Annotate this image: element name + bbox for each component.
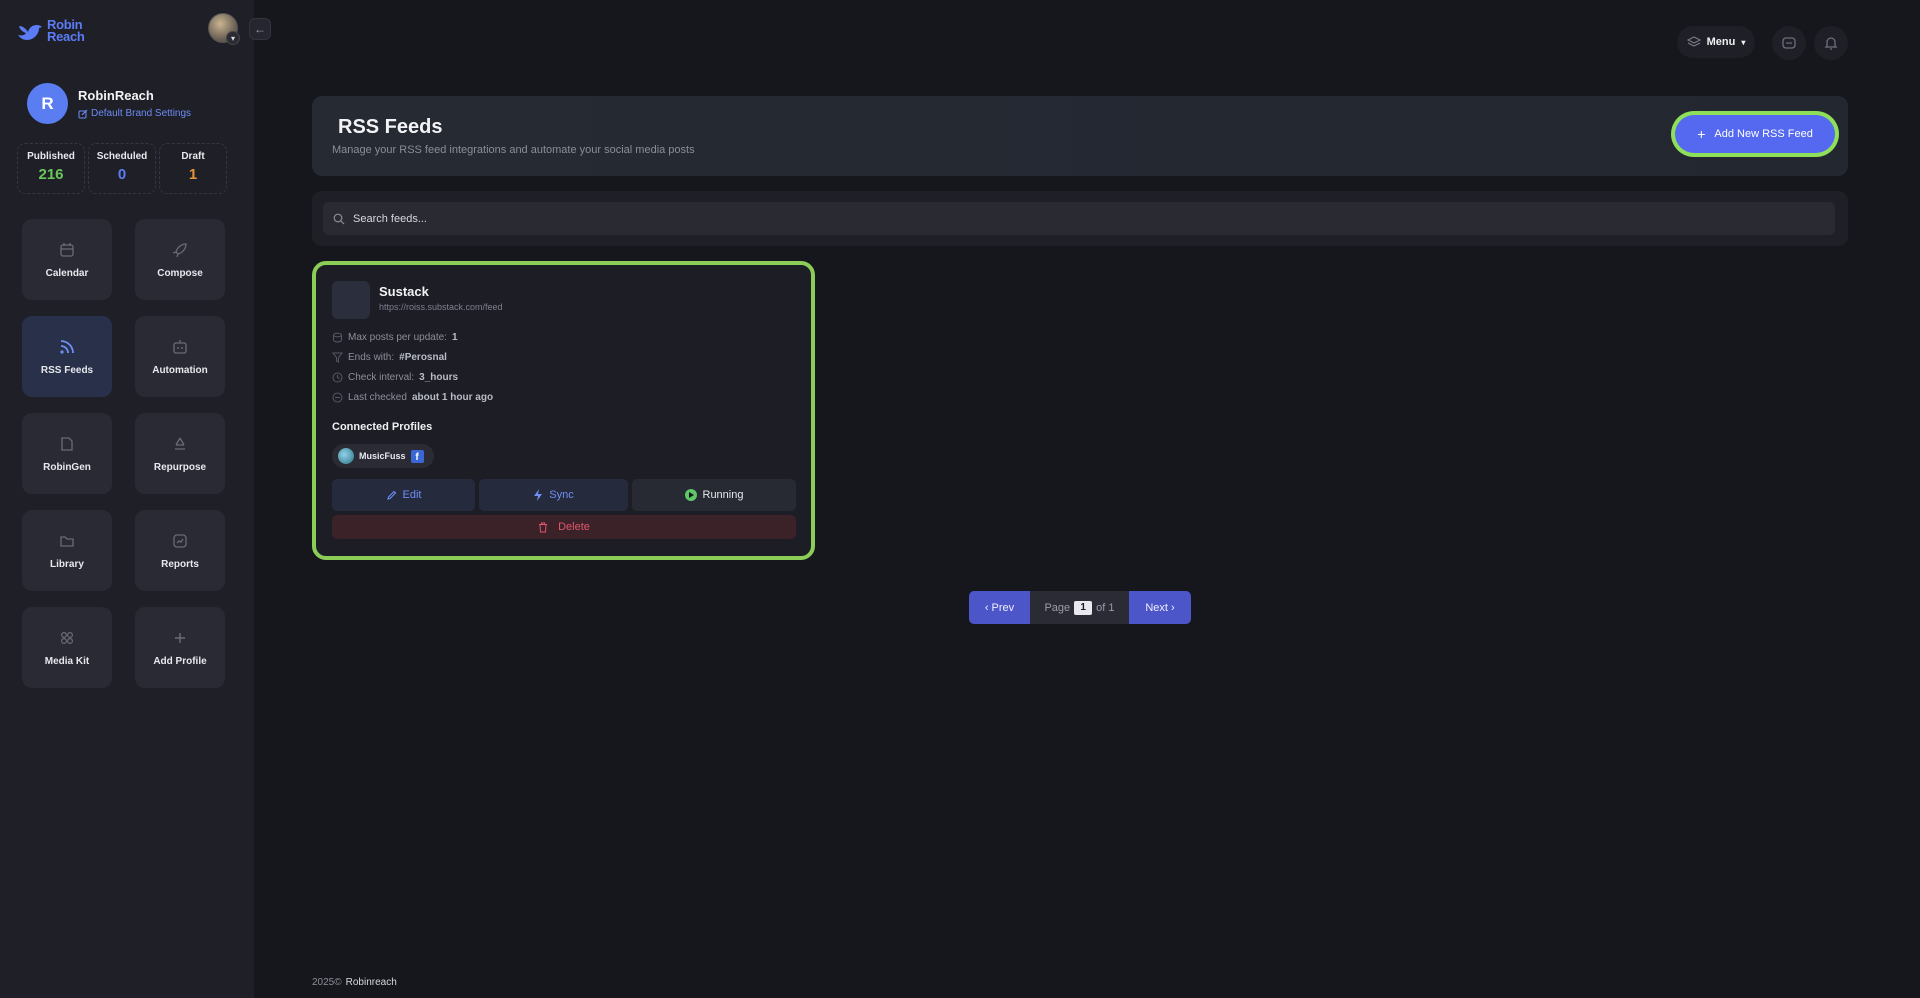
grid-icon	[58, 629, 76, 647]
profile-block: R RobinReach Default Brand Settings	[27, 83, 191, 124]
arrow-left-icon: ←	[254, 22, 266, 36]
calendar-icon	[332, 392, 343, 403]
nav-automation[interactable]: Automation	[135, 316, 225, 397]
nav-library[interactable]: Library	[22, 510, 112, 591]
stat-published[interactable]: Published 216	[17, 143, 85, 194]
page-number-input[interactable]: 1	[1074, 600, 1093, 615]
post-stats: Published 216 Scheduled 0 Draft 1	[17, 143, 227, 194]
profile-avatar[interactable]: R	[27, 83, 68, 124]
feed-title: Sustack	[379, 284, 429, 299]
lightning-icon	[534, 489, 543, 501]
feed-meta: Max posts per update: 1 Ends with: #Perosn…	[332, 331, 493, 404]
filter-icon	[332, 352, 343, 363]
nav-rss-feeds[interactable]: RSS Feeds	[22, 316, 112, 397]
pagination: ‹ Prev Page 1 of 1 Next ›	[969, 591, 1191, 624]
sidebar: Robin Reach ▾ R RobinReach Default Brand…	[0, 0, 254, 998]
notifications-button[interactable]	[1814, 26, 1848, 60]
nav-repurpose[interactable]: Repurpose	[135, 413, 225, 494]
chart-icon	[171, 532, 189, 550]
collapse-sidebar-button[interactable]: ←	[249, 18, 271, 40]
meta-max-posts: Max posts per update: 1	[332, 331, 493, 344]
search-icon	[333, 213, 345, 224]
clock-icon	[332, 372, 343, 383]
user-avatar[interactable]: ▾	[208, 13, 240, 45]
play-icon	[684, 489, 697, 501]
profile-avatar	[338, 448, 354, 464]
next-page-button[interactable]: Next ›	[1129, 591, 1191, 624]
robot-icon	[171, 338, 189, 356]
pencil-icon	[386, 490, 396, 500]
rocket-icon	[171, 241, 189, 259]
sync-button[interactable]: Sync	[479, 479, 628, 511]
brand-name: Robin Reach	[47, 17, 85, 44]
page-header: RSS Feeds Manage your RSS feed integrati…	[312, 96, 1848, 176]
feed-thumbnail	[332, 281, 370, 319]
add-rss-feed-button[interactable]: + Add New RSS Feed	[1675, 115, 1835, 153]
page-indicator: Page 1 of 1	[1030, 591, 1129, 624]
folder-icon	[58, 532, 76, 550]
footer: 2025© Robinreach	[312, 977, 397, 988]
profile-name: RobinReach	[78, 88, 154, 103]
calendar-icon	[58, 241, 76, 259]
search-panel	[312, 191, 1848, 246]
plus-icon: +	[1697, 126, 1706, 142]
page-title: RSS Feeds	[338, 116, 443, 138]
nav-robingen[interactable]: RobinGen	[22, 413, 112, 494]
search-input[interactable]	[353, 212, 1753, 225]
connected-profile-chip[interactable]: MusicFuss f	[332, 444, 434, 468]
nav-media-kit[interactable]: Media Kit	[22, 607, 112, 688]
nav-grid: Calendar Compose RSS Feeds Automation Ro…	[22, 219, 225, 688]
trash-icon	[539, 522, 548, 532]
meta-check-interval: Check interval: 3_hours	[332, 371, 493, 384]
bird-icon	[18, 25, 42, 40]
footer-brand-link[interactable]: Robinreach	[346, 977, 397, 988]
feed-actions: Edit Sync Running	[332, 479, 796, 511]
edit-icon	[78, 109, 88, 118]
rss-icon	[58, 338, 76, 356]
plus-icon	[171, 629, 189, 647]
database-icon	[332, 332, 343, 343]
nav-calendar[interactable]: Calendar	[22, 219, 112, 300]
running-status-button[interactable]: Running	[632, 479, 796, 511]
default-brand-settings-link[interactable]: Default Brand Settings	[78, 108, 191, 119]
page-subtitle: Manage your RSS feed integrations and au…	[332, 144, 695, 156]
connected-profiles-title: Connected Profiles	[332, 421, 433, 433]
rss-feed-card: Sustack https://roiss.substack.com/feed …	[312, 261, 815, 560]
menu-button[interactable]: Menu ▾	[1677, 26, 1755, 58]
feed-url: https://roiss.substack.com/feed	[379, 302, 503, 312]
delete-button[interactable]: Delete	[332, 515, 796, 539]
facebook-icon: f	[410, 449, 424, 463]
stat-scheduled[interactable]: Scheduled 0	[88, 143, 156, 194]
caret-down-icon: ▾	[1741, 37, 1746, 47]
nav-compose[interactable]: Compose	[135, 219, 225, 300]
chevron-down-icon: ▾	[226, 31, 240, 45]
messages-button[interactable]	[1772, 26, 1806, 60]
nav-reports[interactable]: Reports	[135, 510, 225, 591]
brand-logo[interactable]: Robin Reach	[17, 17, 85, 44]
search-box	[323, 202, 1835, 235]
bell-icon	[1824, 37, 1838, 50]
layers-icon	[1686, 36, 1701, 47]
meta-ends-with: Ends with: #Perosnal	[332, 351, 493, 364]
nav-add-profile[interactable]: Add Profile	[135, 607, 225, 688]
meta-last-checked: Last checked about 1 hour ago	[332, 391, 493, 404]
document-icon	[58, 435, 76, 453]
prev-page-button[interactable]: ‹ Prev	[969, 591, 1030, 624]
chat-icon	[1782, 37, 1796, 49]
edit-button[interactable]: Edit	[332, 479, 475, 511]
stat-draft[interactable]: Draft 1	[159, 143, 227, 194]
recycle-icon	[171, 435, 189, 453]
